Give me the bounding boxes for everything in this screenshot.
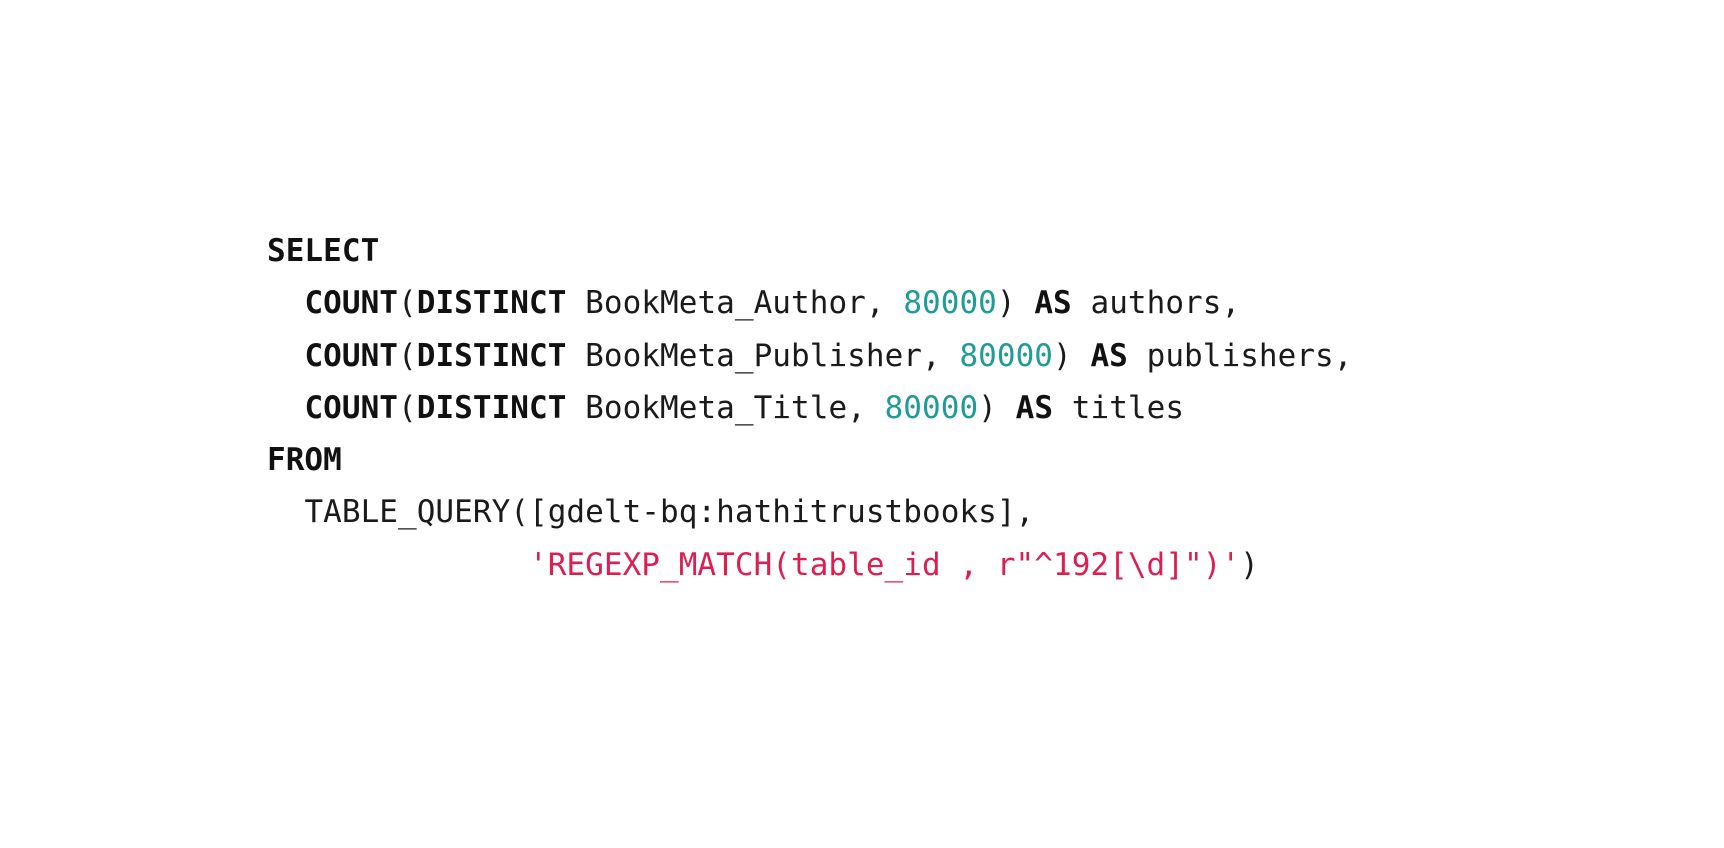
paren-open: ( [398,337,417,374]
code-line-table-query: TABLE_QUERY([gdelt-bq:hathitrustbooks], [267,486,1352,538]
code-line-regexp: 'REGEXP_MATCH(table_id , r"^192[\d]")') [267,539,1352,591]
sql-code-block: SELECT COUNT(DISTINCT BookMeta_Author, 8… [267,225,1352,591]
paren-close: ) [996,285,1035,322]
keyword-from: FROM [267,442,342,479]
keyword-distinct: DISTINCT [416,285,567,322]
keyword-as: AS [1034,285,1072,322]
string-literal-regexp: 'REGEXP_MATCH(table_id , r"^192[\d]")' [529,546,1241,583]
paren-close: ) [1240,546,1259,583]
number-literal: 80000 [959,337,1054,374]
alias-publishers: publishers, [1127,337,1353,374]
alias-titles: titles [1053,389,1185,426]
keyword-as: AS [1015,389,1054,426]
column-publisher: BookMeta_Publisher, [566,337,960,374]
code-line-count-authors: COUNT(DISTINCT BookMeta_Author, 80000) A… [267,277,1352,329]
keyword-count: COUNT [304,337,399,374]
code-line-count-publishers: COUNT(DISTINCT BookMeta_Publisher, 80000… [267,330,1352,382]
code-line-count-titles: COUNT(DISTINCT BookMeta_Title, 80000) AS… [267,382,1352,434]
keyword-distinct: DISTINCT [416,389,567,426]
table-query-call: TABLE_QUERY([gdelt-bq:hathitrustbooks], [304,494,1035,531]
keyword-count: COUNT [304,389,399,426]
code-line-from: FROM [267,434,1352,486]
paren-open: ( [398,285,417,322]
paren-close: ) [1053,337,1091,374]
paren-close: ) [978,389,1016,426]
alias-authors: authors, [1071,285,1241,322]
number-literal: 80000 [884,389,979,426]
keyword-count: COUNT [304,285,399,322]
keyword-as: AS [1090,337,1128,374]
column-author: BookMeta_Author, [566,285,904,322]
code-line-select: SELECT [267,225,1352,277]
column-title: BookMeta_Title, [566,389,885,426]
keyword-select: SELECT [267,233,380,269]
paren-open: ( [398,389,417,426]
number-literal: 80000 [903,285,997,322]
keyword-distinct: DISTINCT [416,337,567,374]
